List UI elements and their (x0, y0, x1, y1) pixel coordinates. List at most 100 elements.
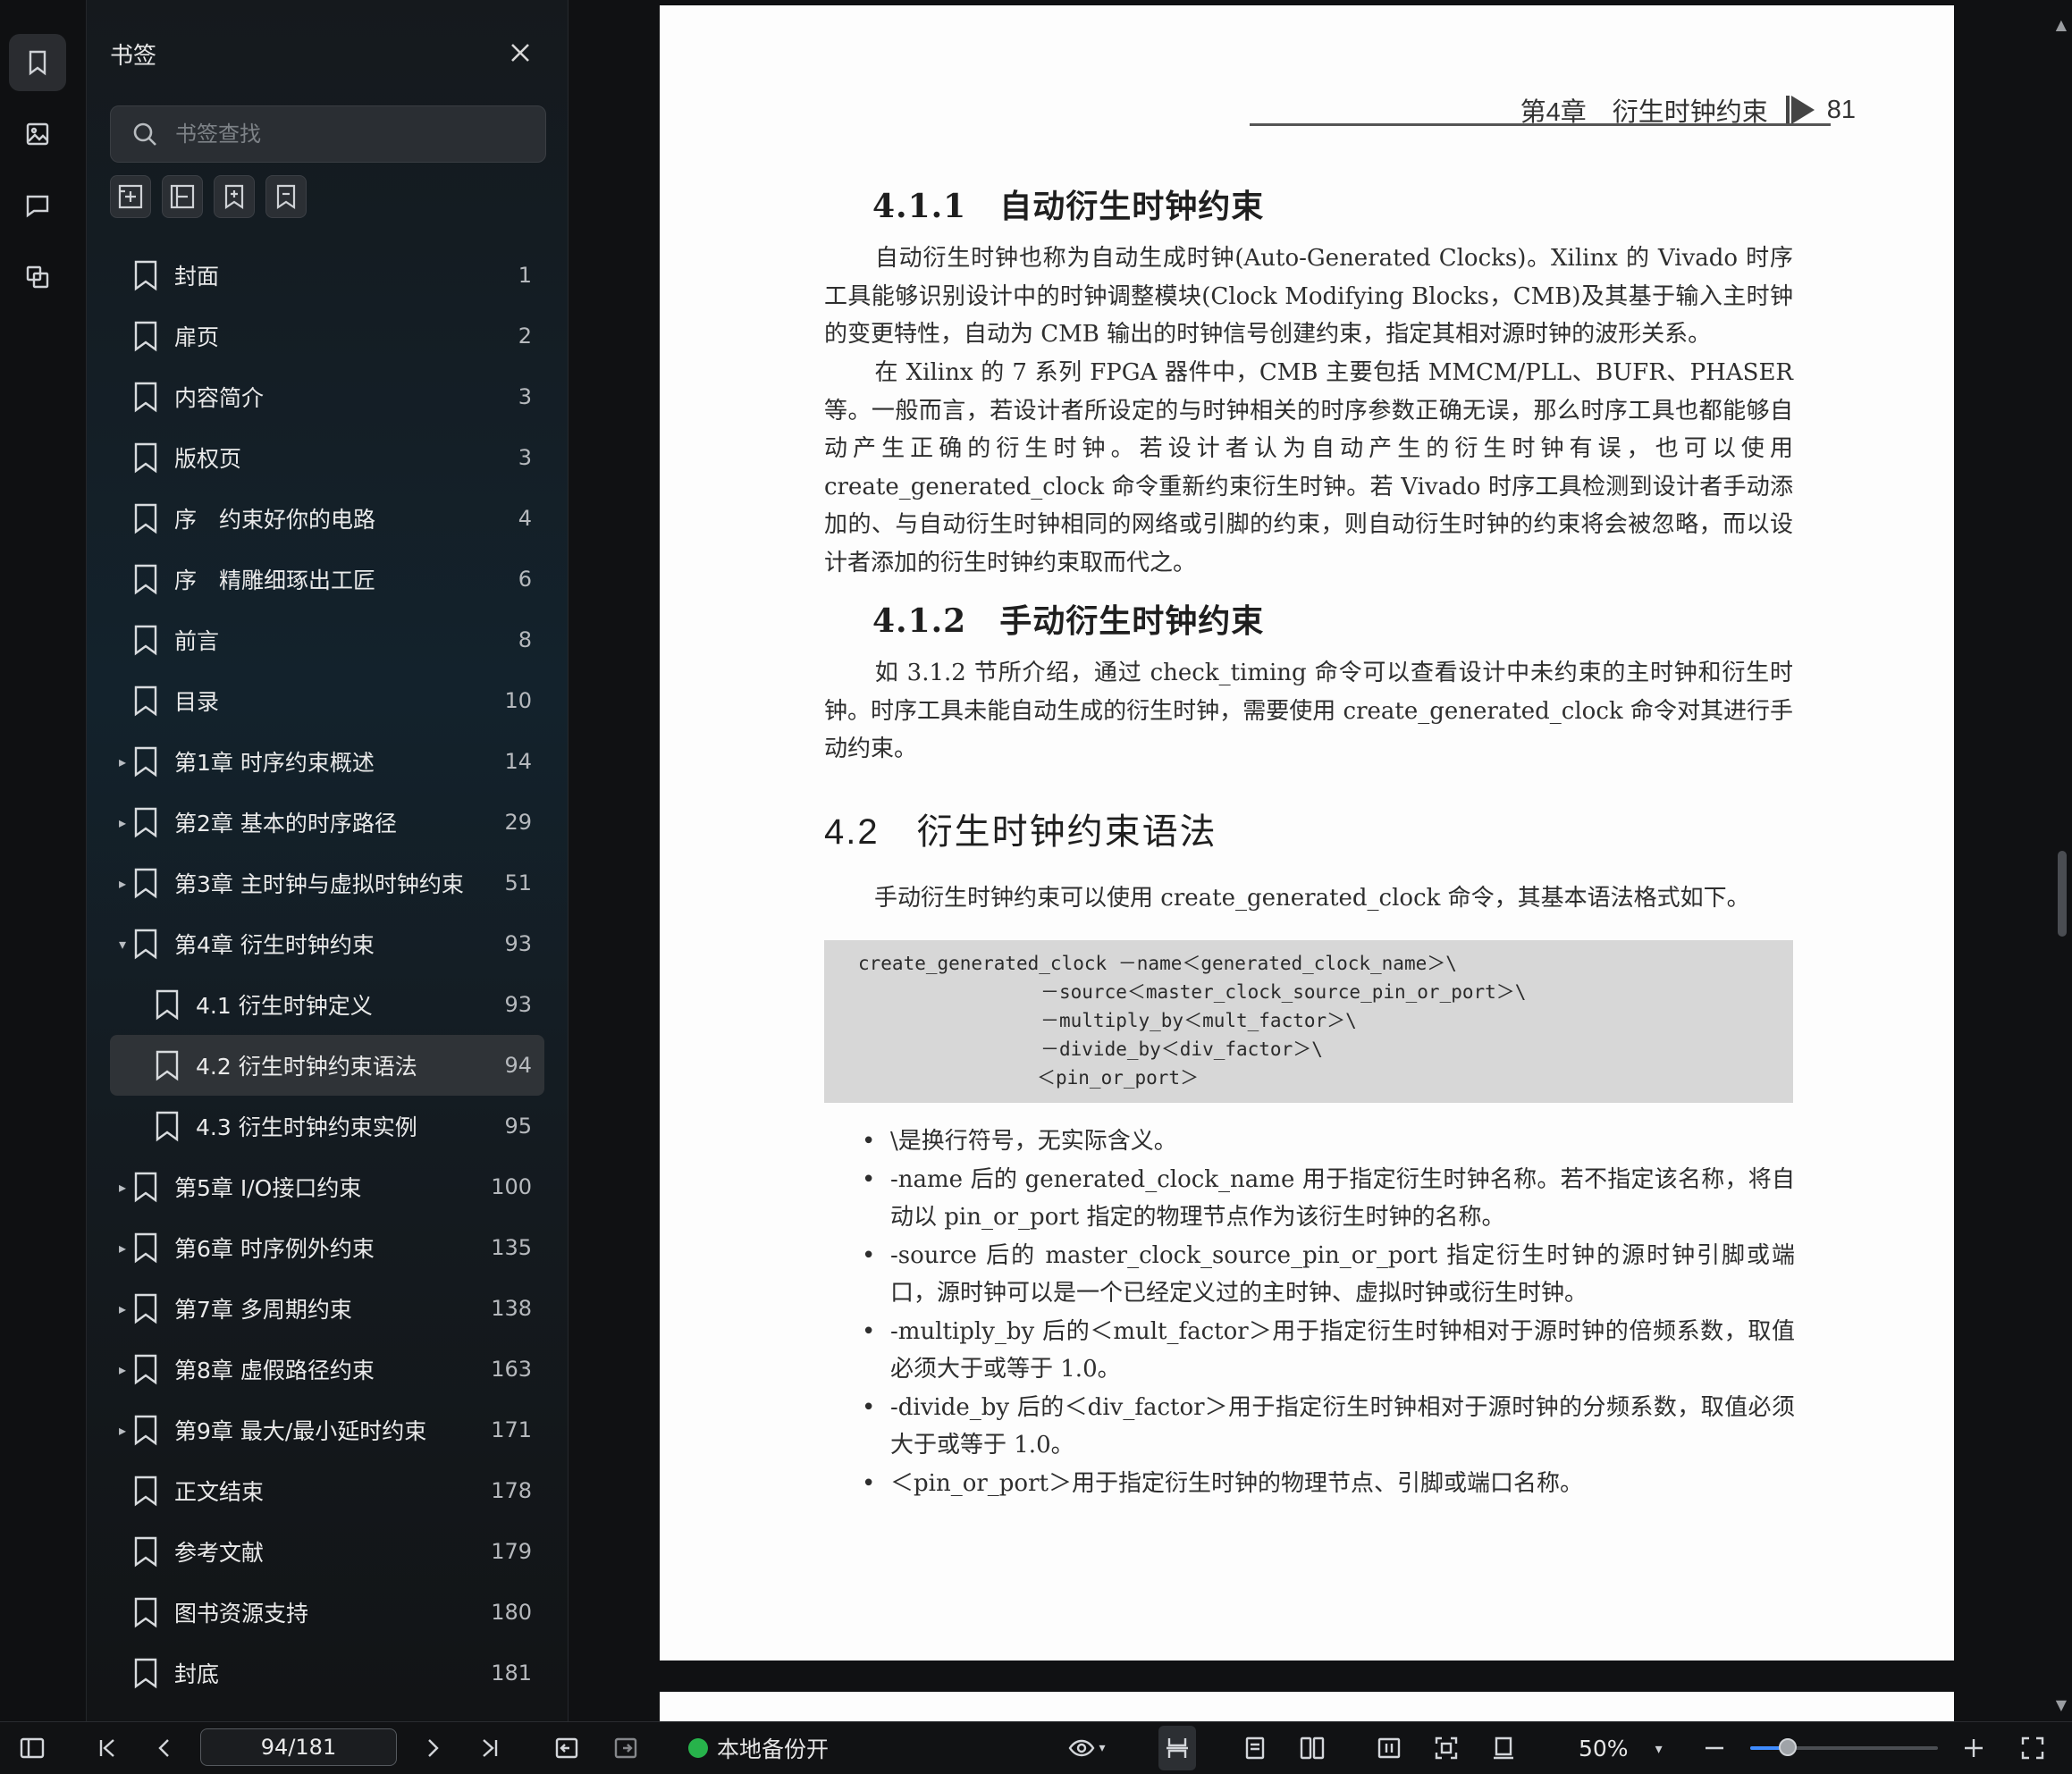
bottom-toolbar: 94/181 本地备份开 ▾ 50% ▾ (0, 1721, 2072, 1774)
bookmark-item[interactable]: 目录 10 (110, 670, 544, 731)
next-page-button[interactable] (415, 1722, 451, 1774)
collapsed-arrow-icon[interactable]: ▸ (114, 753, 131, 770)
bookmark-item[interactable]: 序 精雕细琢出工匠 6 (110, 549, 544, 610)
bookmark-icon (131, 806, 160, 838)
close-icon[interactable] (507, 39, 534, 66)
scroll-up-arrow-icon[interactable]: ▲ (2056, 16, 2067, 33)
bookmark-icon (131, 1657, 160, 1689)
collapsed-arrow-icon[interactable]: ▸ (114, 1422, 131, 1439)
bookmark-item[interactable]: ▸ 第6章 时序例外约束 135 (110, 1217, 544, 1278)
single-page-continuous-button[interactable] (1158, 1726, 1196, 1770)
section-4-1-2-title: 4.1.2 手动衍生时钟约束 (872, 602, 1265, 640)
eye-comfort-button[interactable]: ▾ (1058, 1722, 1116, 1774)
scroll-down-arrow-icon[interactable]: ▼ (2056, 1696, 2067, 1713)
bookmark-label: 4.2 衍生时钟约束语法 (196, 1054, 417, 1080)
bookmark-page-number: 93 (504, 931, 532, 956)
thumbnail-panel-icon[interactable] (9, 248, 66, 306)
collapsed-arrow-icon[interactable]: ▸ (114, 814, 131, 831)
forward-icon (614, 1737, 637, 1759)
first-page-button[interactable] (89, 1722, 125, 1774)
scrollbar-thumb[interactable] (2058, 851, 2067, 937)
collapsed-arrow-icon[interactable]: ▸ (114, 1240, 131, 1257)
collapsed-arrow-icon[interactable]: ▸ (114, 1361, 131, 1378)
bookmark-panel-icon[interactable] (9, 34, 66, 91)
previous-page-button[interactable] (147, 1722, 182, 1774)
expand-all-button[interactable] (110, 175, 151, 218)
bookmark-item[interactable]: 前言 8 (110, 610, 544, 670)
collapse-all-button[interactable] (162, 175, 203, 218)
bookmark-item[interactable]: 序 约束好你的电路 4 (110, 488, 544, 549)
zoom-out-button[interactable] (1697, 1722, 1732, 1774)
bookmark-icon (131, 381, 160, 413)
bookmark-item[interactable]: 内容简介 3 (110, 366, 544, 427)
bookmark-label: 序 约束好你的电路 (174, 507, 376, 533)
bookmark-item[interactable]: 正文结束 178 (110, 1460, 544, 1521)
actual-size-button[interactable] (1486, 1722, 1521, 1774)
bookmark-item[interactable]: ▸ 第9章 最大/最小延时约束 171 (110, 1400, 544, 1460)
comment-panel-icon[interactable] (9, 177, 66, 234)
bookmark-search[interactable] (110, 105, 546, 163)
bookmark-item[interactable]: 4.3 衍生时钟约束实例 95 (110, 1096, 544, 1156)
zoom-slider-knob[interactable] (1779, 1738, 1797, 1756)
header-arrow-icon (1785, 96, 1815, 124)
zoom-dropdown[interactable]: 50% ▾ (1579, 1722, 1663, 1774)
local-backup-status[interactable]: 本地备份开 (688, 1722, 829, 1774)
bookmark-item[interactable]: 封底 181 (110, 1643, 544, 1703)
remove-bookmark-button[interactable] (265, 175, 307, 218)
zoom-in-button[interactable] (1956, 1722, 1992, 1774)
fullscreen-button[interactable] (2015, 1722, 2051, 1774)
document-viewport[interactable]: 第4章 衍生时钟约束 81 4.1.1 自动衍生时钟约束 自动衍生时钟也称为自动… (569, 0, 2072, 1728)
bookmark-item[interactable]: 参考文献 179 (110, 1521, 544, 1582)
bookmark-item[interactable]: ▸ 第7章 多周期约束 138 (110, 1278, 544, 1339)
bookmark-label: 封面 (174, 264, 220, 290)
bookmark-item[interactable]: 封面 1 (110, 245, 544, 306)
bookmark-page-number: 2 (518, 324, 532, 349)
bookmark-label: 图书资源支持 (174, 1601, 309, 1627)
bookmark-search-input[interactable] (173, 121, 517, 147)
bookmark-page-number: 3 (518, 384, 532, 409)
add-bookmark-button[interactable] (214, 175, 255, 218)
code-line: －source＜master_clock_source_pin_or_port＞… (1040, 981, 1527, 1003)
fit-width-icon (1377, 1737, 1401, 1759)
bookmark-page-number: 181 (491, 1660, 532, 1686)
zoom-slider[interactable] (1750, 1738, 1938, 1756)
bookmark-item[interactable]: 4.1 衍生时钟定义 93 (110, 974, 544, 1035)
fit-width-button[interactable] (1371, 1722, 1407, 1774)
bookmark-label: 参考文献 (174, 1540, 265, 1566)
toggle-sidebar-button[interactable] (14, 1722, 50, 1774)
collapsed-arrow-icon[interactable]: ▸ (114, 1179, 131, 1196)
single-page-button[interactable] (1237, 1722, 1273, 1774)
bookmark-page-number: 51 (504, 870, 532, 895)
bookmark-label: 扉页 (174, 324, 220, 350)
collapsed-arrow-icon[interactable]: ▸ (114, 875, 131, 892)
bookmark-page-number: 1 (518, 263, 532, 288)
bookmark-item[interactable]: ▸ 第1章 时序约束概述 14 (110, 731, 544, 792)
panel-title: 书签 (110, 43, 157, 70)
go-back-button[interactable] (549, 1722, 585, 1774)
bookmark-item[interactable]: 扉页 2 (110, 306, 544, 366)
page-number-input[interactable]: 94/181 (200, 1728, 397, 1766)
bookmark-item[interactable]: ▸ 第3章 主时钟与虚拟时钟约束 51 (110, 853, 544, 913)
bookmark-icon (153, 988, 181, 1021)
double-page-button[interactable] (1294, 1722, 1330, 1774)
bookmark-label: 封底 (174, 1661, 220, 1687)
expanded-arrow-icon[interactable]: ▾ (114, 936, 131, 953)
last-page-button[interactable] (472, 1722, 508, 1774)
bookmark-item[interactable]: 版权页 3 (110, 427, 544, 488)
bookmark-item[interactable]: ▸ 第2章 基本的时序路径 29 (110, 792, 544, 853)
fit-page-button[interactable] (1428, 1722, 1464, 1774)
section-4-1-2-paragraph-1: 如 3.1.2 节所介绍，通过 check_timing 命令可以查看设计中未约… (824, 660, 1793, 762)
bookmark-item[interactable]: 图书资源支持 180 (110, 1582, 544, 1643)
bookmark-item[interactable]: 4.2 衍生时钟约束语法 94 (110, 1035, 544, 1096)
bookmark-item[interactable]: ▸ 第5章 I/O接口约束 100 (110, 1156, 544, 1217)
section-4-1-1-title: 4.1.1 自动衍生时钟约束 (872, 188, 1265, 225)
bookmark-item[interactable]: ▾ 第4章 衍生时钟约束 93 (110, 913, 544, 974)
expand-all-icon (118, 184, 143, 209)
collapsed-arrow-icon[interactable]: ▸ (114, 1300, 131, 1317)
bookmark-icon (131, 320, 160, 352)
bullet-item: ＜pin_or_port＞用于指定衍生时钟的物理节点、引脚或端口名称。 (862, 1465, 1795, 1503)
go-forward-button[interactable] (608, 1722, 644, 1774)
bookmark-item[interactable]: ▸ 第8章 虚假路径约束 163 (110, 1339, 544, 1400)
image-panel-icon[interactable] (9, 105, 66, 163)
bookmark-label: 第1章 时序约束概述 (174, 750, 375, 776)
